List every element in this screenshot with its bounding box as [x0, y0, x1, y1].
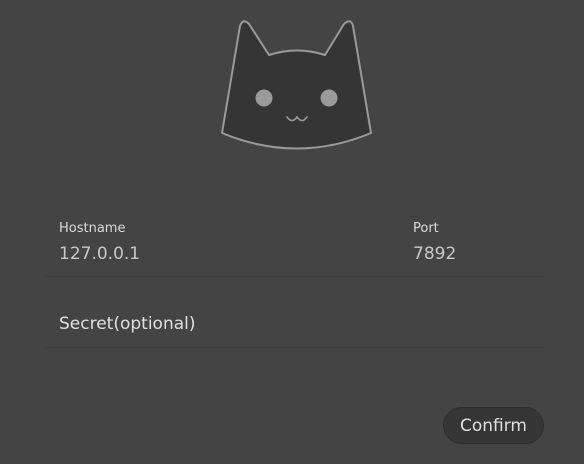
port-label: Port: [413, 221, 439, 236]
hostname-input[interactable]: [59, 242, 389, 266]
secret-input[interactable]: [59, 312, 539, 336]
confirm-button[interactable]: Confirm: [443, 407, 544, 444]
cat-face-icon: [221, 20, 372, 150]
port-input[interactable]: [413, 242, 543, 266]
hostname-label: Hostname: [59, 221, 126, 236]
hostname-port-divider: [45, 276, 545, 277]
connection-screen: Hostname Port Confirm: [0, 0, 584, 464]
secret-divider: [45, 347, 545, 348]
